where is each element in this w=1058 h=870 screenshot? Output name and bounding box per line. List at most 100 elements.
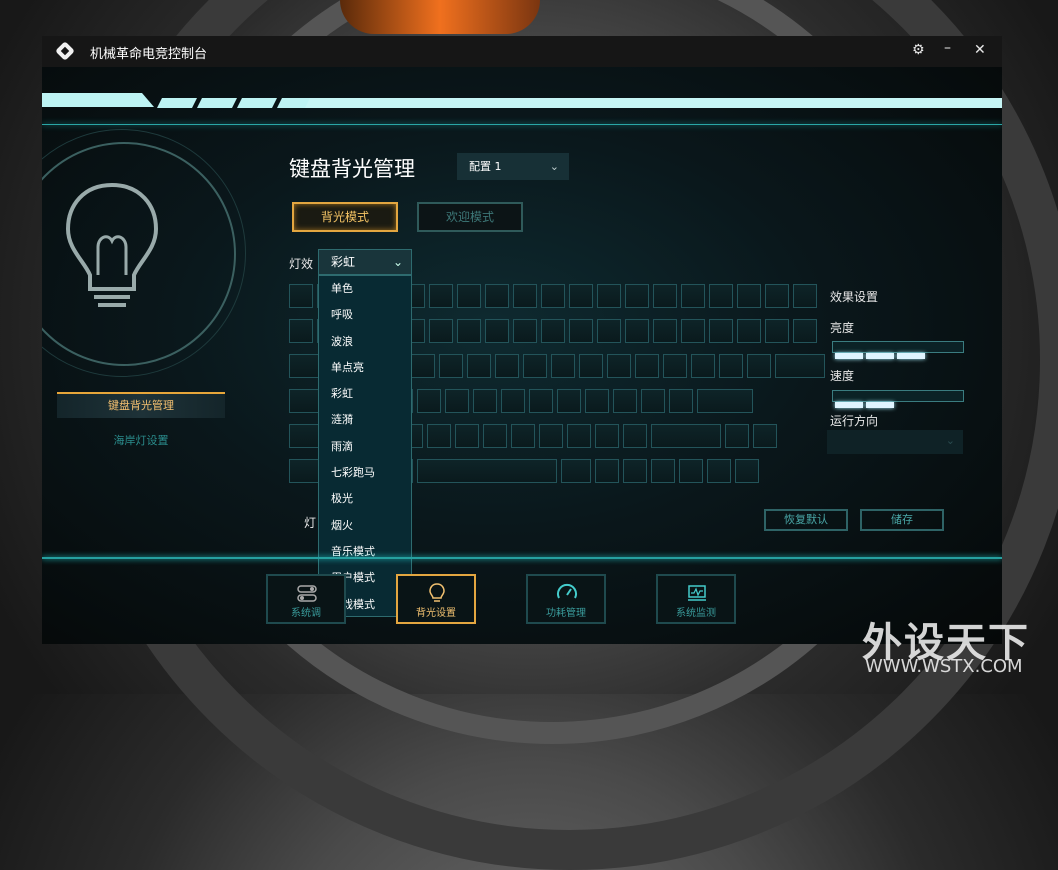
effect-option[interactable]: 单点亮 (319, 355, 411, 381)
sidebar-item-keyboard-backlight[interactable]: 键盘背光管理 (57, 392, 225, 418)
keyboard-key (411, 354, 435, 378)
secondary-label: 灯 (304, 516, 317, 530)
minimize-button[interactable]: – (944, 40, 951, 56)
direction-label: 运行方向 (830, 414, 879, 428)
keyboard-key (569, 284, 593, 308)
keyboard-key (289, 319, 313, 343)
reset-default-button[interactable]: 恢复默认 (764, 509, 848, 531)
keyboard-key (473, 389, 497, 413)
save-button[interactable]: 储存 (860, 509, 944, 531)
effect-select[interactable]: 彩虹 ⌄ (318, 249, 412, 275)
keyboard-key (719, 354, 743, 378)
keyboard-key (735, 459, 759, 483)
keyboard-key (775, 354, 825, 378)
profile-value: 配置 1 (469, 160, 502, 173)
keyboard-key (511, 424, 535, 448)
effect-option[interactable]: 极光 (319, 486, 411, 512)
keyboard-key (641, 389, 665, 413)
keyboard-key (495, 354, 519, 378)
keyboard-key (753, 424, 777, 448)
direction-select[interactable]: ⌄ (827, 430, 963, 454)
keyboard-key (625, 284, 649, 308)
keyboard-key (569, 319, 593, 343)
speed-slider[interactable] (826, 388, 970, 408)
keyboard-key (793, 284, 817, 308)
keyboard-key (539, 424, 563, 448)
keyboard-key (793, 319, 817, 343)
keyboard-key (625, 319, 649, 343)
keyboard-key (681, 284, 705, 308)
nav-power-management[interactable]: 功耗管理 (526, 574, 606, 624)
nav-label: 系统监测 (676, 608, 716, 619)
keyboard-key (429, 319, 453, 343)
keyboard-key (691, 354, 715, 378)
effect-option[interactable]: 呼吸 (319, 302, 411, 328)
keyboard-key (765, 319, 789, 343)
chevron-down-icon: ⌄ (945, 434, 955, 447)
chevron-down-icon: ⌄ (549, 160, 559, 173)
keyboard-key (417, 459, 557, 483)
effect-option[interactable]: 雨滴 (319, 434, 411, 460)
sidebar-item-coast-light[interactable]: 海岸灯设置 (57, 432, 225, 448)
keyboard-key (485, 319, 509, 343)
keyboard-key (455, 424, 479, 448)
nav-system-monitor[interactable]: 系统监测 (656, 574, 736, 624)
keyboard-key (747, 354, 771, 378)
keyboard-key (679, 459, 703, 483)
header-decoration (42, 93, 1002, 108)
keyboard-key (427, 424, 451, 448)
keyboard-key (597, 319, 621, 343)
keyboard-key (725, 424, 749, 448)
keyboard-key (579, 354, 603, 378)
settings-gear-icon[interactable]: ⚙ (912, 42, 925, 58)
effect-dropdown-menu: 单色 呼吸 波浪 单点亮 彩虹 涟漪 雨滴 七彩跑马 极光 烟火 音乐模式 用户… (318, 275, 412, 617)
keyboard-key (709, 284, 733, 308)
background-orange-light (340, 0, 540, 34)
nav-system-settings[interactable]: 系统调 (266, 574, 346, 624)
slider-segment (835, 353, 863, 359)
nav-backlight-settings[interactable]: 背光设置 (396, 574, 476, 624)
keyboard-key (561, 459, 591, 483)
keyboard-key (541, 284, 565, 308)
toggle-icon (297, 585, 317, 602)
brightness-slider[interactable] (826, 339, 970, 359)
keyboard-key (585, 389, 609, 413)
keyboard-key (595, 424, 619, 448)
tab-backlight-mode[interactable]: 背光模式 (292, 202, 398, 232)
main-content: 键盘背光管理 海岸灯设置 键盘背光管理 配置 1 ⌄ 背光模式 欢迎模式 灯效 … (42, 67, 1002, 644)
effect-option[interactable]: 彩虹 (319, 381, 411, 407)
keyboard-key (681, 319, 705, 343)
keyboard-key (429, 284, 453, 308)
effect-option[interactable]: 七彩跑马 (319, 460, 411, 486)
keyboard-key (483, 424, 507, 448)
keyboard-key (445, 389, 469, 413)
keyboard-key (501, 389, 525, 413)
profile-select[interactable]: 配置 1 ⌄ (457, 153, 569, 180)
keyboard-key (417, 389, 441, 413)
keyboard-key (653, 284, 677, 308)
keyboard-key (289, 284, 313, 308)
keyboard-key (737, 284, 761, 308)
effect-option[interactable]: 涟漪 (319, 407, 411, 433)
keyboard-key (697, 389, 753, 413)
close-button[interactable]: ✕ (974, 42, 986, 58)
effect-option[interactable]: 音乐模式 (319, 539, 411, 565)
keyboard-key (513, 284, 537, 308)
keyboard-key (567, 424, 591, 448)
effect-option[interactable]: 单色 (319, 276, 411, 302)
keyboard-key (765, 284, 789, 308)
slider-segment (866, 353, 894, 359)
keyboard-key (607, 354, 631, 378)
keyboard-key (653, 319, 677, 343)
app-window: 机械革命电竞控制台 ⚙ – ✕ 键盘背光管理 海岸灯设置 键盘背光管理 配置 1… (42, 36, 1002, 644)
slider-segment (866, 402, 894, 408)
tab-welcome-mode[interactable]: 欢迎模式 (417, 202, 523, 232)
effect-option[interactable]: 波浪 (319, 329, 411, 355)
nav-label: 背光设置 (416, 608, 456, 619)
keyboard-key (595, 459, 619, 483)
effect-option[interactable]: 烟火 (319, 513, 411, 539)
speed-track (832, 390, 964, 408)
bulb-icon (429, 583, 445, 602)
brightness-track (832, 341, 964, 359)
keyboard-key (529, 389, 553, 413)
